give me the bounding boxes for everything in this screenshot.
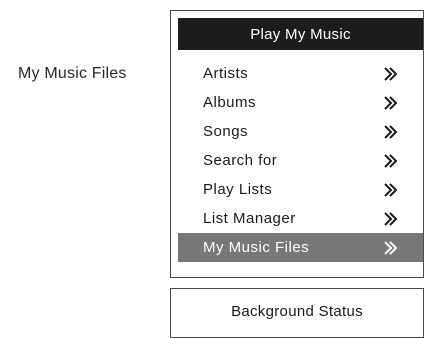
menu-item-label: Play Lists: [203, 181, 273, 198]
double-chevron-right-icon: [384, 240, 398, 255]
double-chevron-right-icon: [384, 124, 398, 139]
menu-item-label: Artists: [203, 65, 249, 82]
menu-item-label: My Music Files: [203, 239, 310, 256]
menu-item-artists[interactable]: Artists: [171, 59, 423, 88]
menu-item-albums[interactable]: Albums: [171, 88, 423, 117]
double-chevron-right-icon: [384, 153, 398, 168]
music-menu-list: Artists Albums Songs Search for Play Lis…: [171, 59, 423, 262]
background-status-title: Background Status: [231, 303, 363, 320]
menu-item-label: Albums: [203, 94, 257, 111]
double-chevron-right-icon: [384, 182, 398, 197]
menu-item-play-lists[interactable]: Play Lists: [171, 175, 423, 204]
menu-item-label: Songs: [203, 123, 249, 140]
double-chevron-right-icon: [384, 95, 398, 110]
play-my-music-panel: Play My Music Artists Albums Songs Searc…: [170, 10, 424, 278]
double-chevron-right-icon: [384, 211, 398, 226]
menu-item-songs[interactable]: Songs: [171, 117, 423, 146]
background-status-panel: Background Status: [170, 288, 424, 338]
menu-item-my-music-files[interactable]: My Music Files: [178, 233, 423, 262]
menu-item-list-manager[interactable]: List Manager: [171, 204, 423, 233]
current-menu-label: My Music Files: [18, 65, 127, 82]
menu-item-search-for[interactable]: Search for: [171, 146, 423, 175]
menu-item-label: Search for: [203, 152, 278, 169]
double-chevron-right-icon: [384, 66, 398, 81]
menu-item-label: List Manager: [203, 210, 296, 227]
panel-title: Play My Music: [178, 18, 423, 50]
